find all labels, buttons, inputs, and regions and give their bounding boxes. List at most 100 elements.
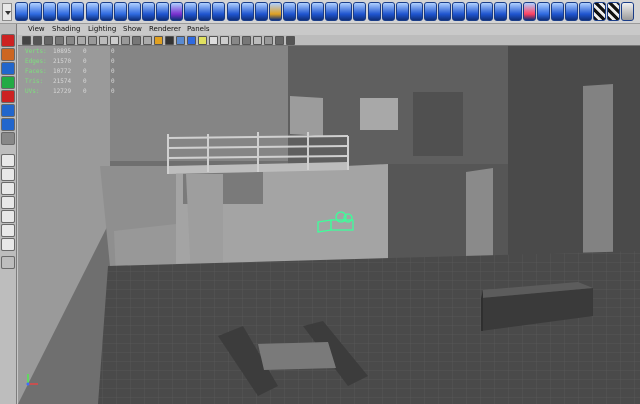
select-icon[interactable]	[1, 34, 15, 47]
combine-icon[interactable]	[156, 2, 169, 21]
polygon-helix-icon[interactable]	[127, 2, 141, 21]
field-chart-icon[interactable]	[110, 36, 119, 45]
polygon-plane-icon[interactable]	[71, 2, 85, 21]
boolean-intersection-icon[interactable]	[240, 2, 254, 21]
poke-icon[interactable]	[466, 2, 480, 21]
duplicate-face-icon[interactable]	[494, 2, 508, 21]
extrude-edge-icon[interactable]	[325, 2, 339, 21]
lasso-icon[interactable]	[1, 48, 15, 61]
render-view-layout-icon[interactable]	[1, 224, 15, 237]
default-quality-icon[interactable]	[253, 36, 262, 45]
crease-icon[interactable]	[508, 2, 522, 21]
polygon-cube-icon[interactable]	[15, 2, 28, 21]
collapse-icon[interactable]	[409, 2, 423, 21]
single-perspective-layout-icon[interactable]	[1, 154, 15, 167]
render-view-icon[interactable]	[621, 2, 635, 21]
shadows-icon[interactable]	[198, 36, 207, 45]
perspective-viewport[interactable]: Verts: 10895 0 0 Edges: 21570 0 0 Faces:…	[18, 46, 640, 404]
grid-icon[interactable]	[66, 36, 75, 45]
camera-attributes-icon[interactable]	[33, 36, 42, 45]
outliner-icon[interactable]	[1, 238, 15, 251]
quadrangulate-icon[interactable]	[297, 2, 310, 21]
persp-outliner-layout-icon[interactable]	[1, 182, 15, 195]
menu-renderer[interactable]: Renderer	[149, 24, 181, 35]
hud-value: 21574	[53, 78, 72, 85]
menu-show[interactable]: Show	[123, 24, 142, 35]
safe-action-icon[interactable]	[121, 36, 130, 45]
planar-map-icon[interactable]	[536, 2, 550, 21]
persp-graph-layout-icon[interactable]	[1, 196, 15, 209]
rotate-icon[interactable]	[1, 76, 15, 89]
spherical-map-icon[interactable]	[564, 2, 578, 21]
grid-floor	[98, 251, 640, 404]
show-manipulator-icon[interactable]	[1, 118, 15, 131]
smooth-icon[interactable]	[198, 2, 212, 21]
chamfer-icon[interactable]	[438, 2, 451, 21]
menu-panels[interactable]: Panels	[187, 24, 210, 35]
polygon-pipe-icon[interactable]	[113, 2, 127, 21]
textured-icon[interactable]	[176, 36, 185, 45]
film-gate-icon[interactable]	[77, 36, 86, 45]
smooth-wireframe-icon[interactable]	[286, 36, 295, 45]
boolean-difference-icon[interactable]	[226, 2, 240, 21]
xray-components-icon[interactable]	[242, 36, 251, 45]
hypershade-layout-icon[interactable]	[1, 210, 15, 223]
polygon-prism-icon[interactable]	[99, 2, 113, 21]
extrude-face-icon[interactable]	[311, 2, 325, 21]
menu-view[interactable]: View	[28, 24, 45, 35]
hud-label: Faces:	[25, 68, 47, 75]
last-tool-icon[interactable]	[1, 132, 15, 145]
merge-icon[interactable]	[395, 2, 409, 21]
polygon-torus-icon[interactable]	[85, 2, 99, 21]
split-icon[interactable]	[367, 2, 381, 21]
polygon-cone-icon[interactable]	[57, 2, 71, 21]
checker-icon[interactable]	[593, 2, 607, 21]
auto-map-icon[interactable]	[579, 2, 592, 21]
polygon-soccer-icon[interactable]	[141, 2, 155, 21]
toolbox	[0, 24, 17, 404]
menu-lighting[interactable]: Lighting	[88, 24, 116, 35]
xray-joints-icon[interactable]	[231, 36, 240, 45]
bookmarks-icon[interactable]	[44, 36, 53, 45]
polygon-cylinder-icon[interactable]	[43, 2, 57, 21]
checker-alt-icon[interactable]	[607, 2, 621, 21]
bridge-icon[interactable]	[339, 2, 353, 21]
gate-mask-icon[interactable]	[99, 36, 108, 45]
move-icon[interactable]	[1, 62, 15, 75]
four-view-layout-icon[interactable]	[1, 168, 15, 181]
smooth-shade-icon[interactable]	[154, 36, 163, 45]
wedge-icon[interactable]	[480, 2, 494, 21]
soft-mod-icon[interactable]	[1, 104, 15, 117]
separate-icon[interactable]	[170, 2, 184, 21]
boolean-union-icon[interactable]	[212, 2, 226, 21]
polygon-sphere-icon[interactable]	[29, 2, 43, 21]
cylindrical-map-icon[interactable]	[550, 2, 564, 21]
triangulate-icon[interactable]	[282, 2, 296, 21]
uv-editor-icon[interactable]	[522, 2, 536, 21]
safe-title-icon[interactable]	[132, 36, 141, 45]
scale-icon[interactable]	[1, 90, 15, 103]
extract-icon[interactable]	[184, 2, 198, 21]
bevel-icon[interactable]	[452, 2, 466, 21]
delete-edge-icon[interactable]	[423, 2, 437, 21]
fill-hole-icon[interactable]	[268, 2, 282, 21]
append-icon[interactable]	[353, 2, 367, 21]
isolate-select-icon[interactable]	[209, 36, 218, 45]
menu-shading[interactable]: Shading	[52, 24, 80, 35]
hud-value: 0	[111, 78, 115, 85]
insert-edge-loop-icon[interactable]	[381, 2, 395, 21]
use-lights-icon[interactable]	[187, 36, 196, 45]
wireframe-on-shaded-icon[interactable]	[165, 36, 174, 45]
resolution-gate-icon[interactable]	[88, 36, 97, 45]
hud-value: 0	[111, 68, 115, 75]
hud-value: 0	[83, 78, 87, 85]
wireframe-icon[interactable]	[143, 36, 152, 45]
high-quality-icon[interactable]	[264, 36, 273, 45]
xray-icon[interactable]	[220, 36, 229, 45]
backface-culling-icon[interactable]	[275, 36, 284, 45]
expand-arrow-icon[interactable]	[1, 256, 15, 269]
select-camera-icon[interactable]	[22, 36, 31, 45]
shelf-menu-arrow[interactable]	[2, 3, 12, 21]
mirror-icon[interactable]	[254, 2, 268, 21]
image-plane-icon[interactable]	[55, 36, 64, 45]
